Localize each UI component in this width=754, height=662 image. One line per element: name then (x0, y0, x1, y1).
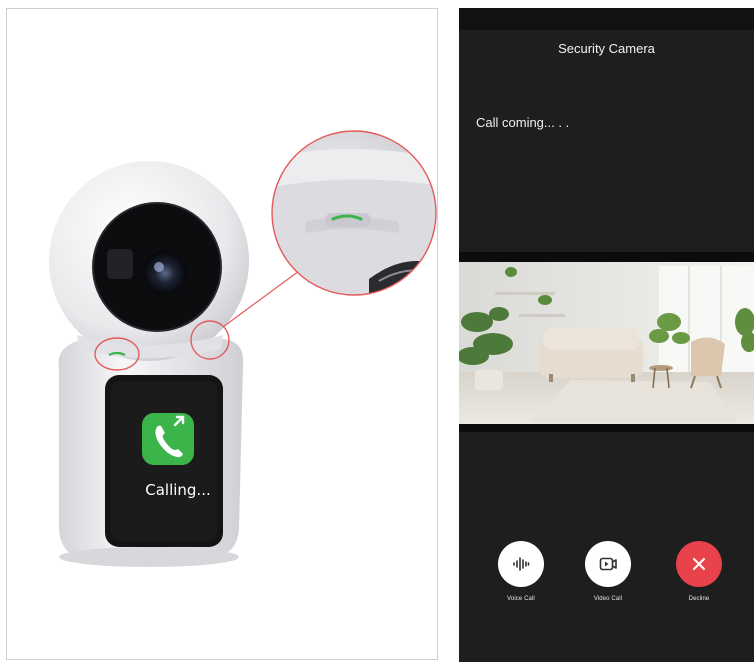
close-icon (676, 541, 722, 587)
camera-lens (143, 251, 187, 295)
calling-text: Calling... (145, 481, 211, 499)
product-image-panel: Calling... (6, 8, 438, 660)
voice-call-button[interactable]: Voice Call (481, 541, 561, 602)
call-status-text: Call coming... . . (476, 115, 570, 130)
video-call-button[interactable]: Video Call (568, 541, 648, 602)
voice-call-label: Voice Call (507, 596, 535, 602)
live-video-feed (459, 252, 754, 432)
decline-button[interactable]: Decline (659, 541, 739, 602)
voice-wave-icon (498, 541, 544, 587)
phone-call-icon (142, 413, 194, 465)
phone-app-screen: Security Camera Call coming... . . Voice… (459, 8, 754, 662)
camera-illustration (49, 130, 437, 567)
call-actions: Voice Call Video Call Decline (459, 541, 754, 611)
video-camera-icon (585, 541, 631, 587)
status-bar (459, 8, 754, 30)
decline-label: Decline (688, 596, 710, 602)
video-call-label: Video Call (593, 596, 623, 602)
living-room-image (459, 262, 754, 424)
page-title: Security Camera (558, 41, 655, 56)
